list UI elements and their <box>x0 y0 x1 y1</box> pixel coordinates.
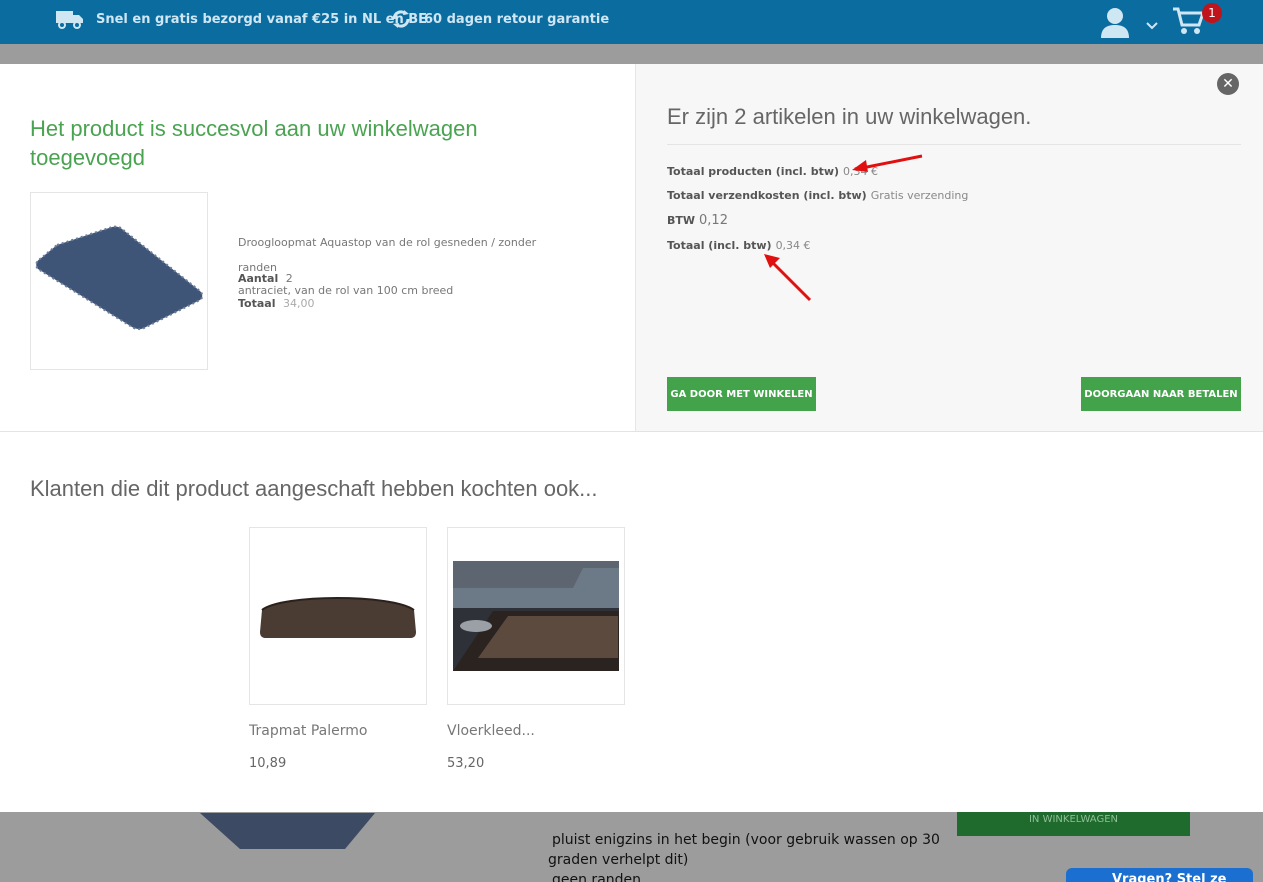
total-products-line: Totaal producten (incl. btw) 0,34 € <box>667 165 878 178</box>
top-bar: Snel en gratis bezorgd vanaf €25 in NL e… <box>0 0 1263 44</box>
divider <box>667 144 1241 145</box>
product-image <box>30 192 208 370</box>
also-bought-price: 53,20 <box>447 756 485 771</box>
also-bought-card[interactable]: Vloerkleed... 53,20 <box>447 527 625 771</box>
cart-icon[interactable] <box>1172 7 1206 40</box>
also-bought-title: Klanten die dit product aangeschaft hebb… <box>30 476 598 501</box>
cart-button[interactable]: 1 <box>1172 3 1222 40</box>
also-bought-name[interactable]: Vloerkleed... <box>447 723 625 739</box>
user-icon[interactable] <box>1100 6 1130 42</box>
also-bought-card[interactable]: Trapmat Palermo 10,89 <box>249 527 427 771</box>
quantity-value: 2 <box>285 272 293 285</box>
success-title: Het product is succesvol aan uw winkelwa… <box>30 116 478 170</box>
usp-shipping: Snel en gratis bezorgd vanaf €25 in NL e… <box>55 0 427 38</box>
cart-count-badge: 1 <box>1202 3 1222 23</box>
section-divider <box>0 431 1263 432</box>
product-image[interactable] <box>447 527 625 705</box>
grand-total-label: Totaal (incl. btw) <box>667 239 772 252</box>
refresh-icon <box>390 8 412 30</box>
product-image[interactable] <box>249 527 427 705</box>
total-label: Totaal <box>238 297 276 310</box>
chat-widget-tab[interactable]: Vragen? Stel ze gul <box>1066 868 1253 882</box>
total-value: 34,00 <box>282 297 315 310</box>
background-add-to-cart-button: IN WINKELWAGEN <box>957 812 1190 836</box>
close-icon[interactable]: ✕ <box>1217 73 1239 95</box>
background-text-line: geen randen <box>552 872 642 882</box>
annotation-arrow-icon <box>852 154 923 172</box>
annotation-arrow-icon <box>764 254 812 302</box>
product-quantity: Aantal 2 <box>238 272 293 285</box>
background-product-image <box>200 813 380 857</box>
product-total: Totaal 34,00 <box>238 297 314 310</box>
add-to-cart-modal: Het product is succesvol aan uw winkelwa… <box>0 64 1263 812</box>
vat-value: 0,12 <box>699 213 728 228</box>
chat-label[interactable]: Vragen? Stel ze gul <box>1112 872 1226 882</box>
quantity-label: Aantal <box>238 272 279 285</box>
product-name: Droogloopmat Aquastop van de rol gesnede… <box>238 230 568 296</box>
shipping-label: Totaal verzendkosten (incl. btw) <box>667 189 867 202</box>
vat-line: BTW 0,12 <box>667 213 728 228</box>
truck-icon <box>55 9 84 29</box>
usp-return-text: 60 dagen retour garantie <box>424 11 610 27</box>
cart-summary-title: Er zijn 2 artikelen in uw winkelwagen. <box>667 104 1032 129</box>
background-text-line: graden verhelpt dit) <box>548 852 689 868</box>
also-bought-price: 10,89 <box>249 756 287 771</box>
usp-shipping-text: Snel en gratis bezorgd vanaf €25 in NL e… <box>96 11 428 27</box>
account-menu[interactable] <box>1100 6 1158 42</box>
background-text-line: pluist enigzins in het begin (voor gebru… <box>552 832 940 848</box>
chevron-down-icon[interactable] <box>1146 15 1158 34</box>
shipping-value: Gratis verzending <box>870 189 969 202</box>
product-name-line: antraciet, van de rol van 100 cm breed <box>238 284 454 297</box>
usp-return: 60 dagen retour garantie <box>390 0 609 38</box>
shipping-line: Totaal verzendkosten (incl. btw) Gratis v… <box>667 189 968 202</box>
also-bought-name[interactable]: Trapmat Palermo <box>249 723 427 739</box>
vat-label: BTW <box>667 214 696 227</box>
modal-product-panel: Het product is succesvol aan uw winkelwa… <box>0 64 635 431</box>
continue-shopping-button[interactable]: GA DOOR MET WINKELEN <box>667 377 816 411</box>
proceed-to-checkout-button[interactable]: DOORGAAN NAAR BETALEN <box>1081 377 1241 411</box>
background-product-description: pluist enigzins in het begin (voor gebru… <box>548 830 948 882</box>
total-products-label: Totaal producten (incl. btw) <box>667 165 840 178</box>
modal-cart-panel: Er zijn 2 artikelen in uw winkelwagen. T… <box>635 64 1263 431</box>
